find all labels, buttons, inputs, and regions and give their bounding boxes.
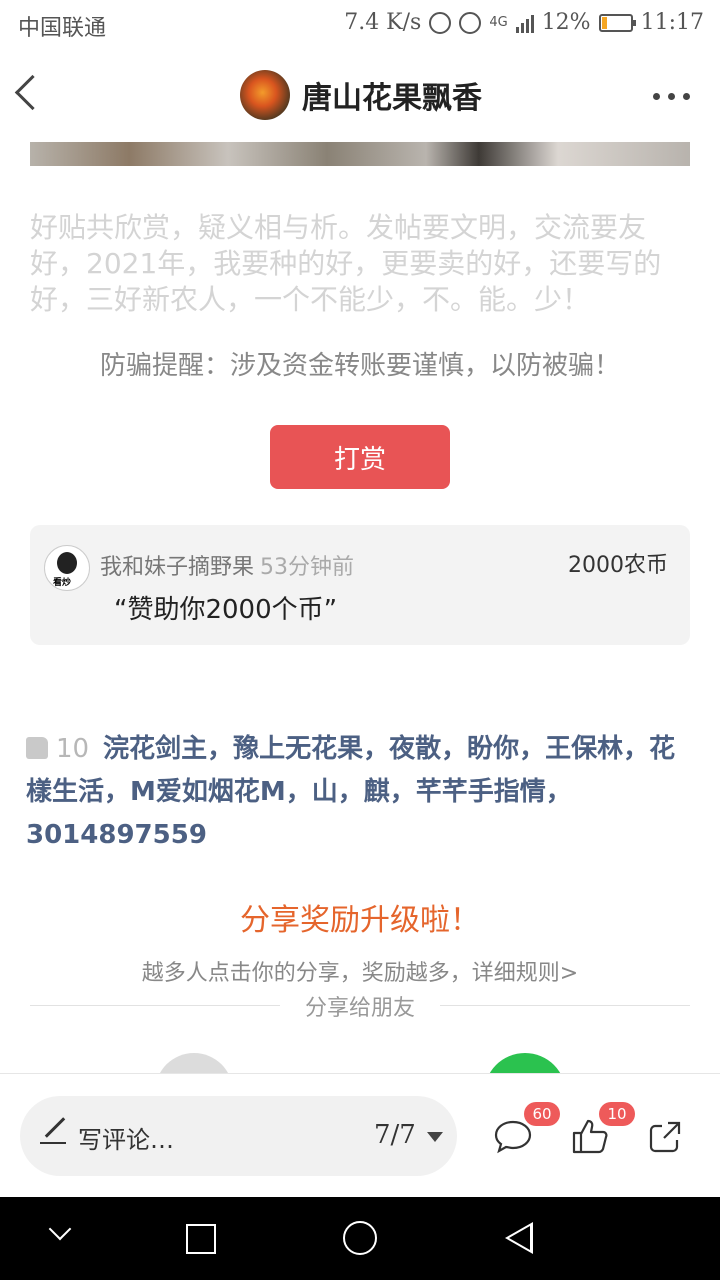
- donation-amount: 2000农币: [568, 553, 668, 578]
- page-indicator[interactable]: 7/7: [374, 1120, 416, 1150]
- likers-names[interactable]: 浣花剑主，豫上无花果，夜散，盼你，王保林，花樣生活，M爱如烟花M，山，麒，芊芊手…: [26, 734, 675, 850]
- post-signature-text: 好贴共欣赏，疑义相与析。发帖要文明，交流要友好，2021年，我要种的好，更要卖的…: [30, 211, 662, 316]
- alarm-icon: [459, 11, 482, 34]
- network-type: 4G: [489, 15, 508, 30]
- forum-title-group[interactable]: 唐山花果飘香: [240, 70, 482, 120]
- forum-avatar[interactable]: [240, 70, 290, 120]
- chevron-down-icon[interactable]: [427, 1132, 443, 1142]
- page-title: 唐山花果飘香: [302, 81, 482, 116]
- comment-input[interactable]: 写评论… 7/7: [20, 1096, 457, 1176]
- donor-line: 我和妹子摘野果 53分钟前: [100, 549, 354, 581]
- likes-count: 10: [56, 734, 90, 764]
- post-image[interactable]: [30, 142, 690, 166]
- home-icon[interactable]: [343, 1221, 377, 1255]
- donation-message: “赞助你2000个币”: [114, 595, 338, 625]
- like-count-badge: 10: [599, 1102, 635, 1126]
- share-promo-title: 分享奖励升级啦！: [240, 903, 480, 938]
- comment-count-badge: 60: [524, 1102, 560, 1126]
- status-bar: 中国联通 7.4 K/s 4G 12% 11:17: [0, 0, 720, 50]
- share-to-friends-label: 分享给朋友: [304, 996, 415, 1021]
- status-right: 7.4 K/s 4G 12% 11:17: [344, 10, 704, 35]
- clock: 11:17: [640, 10, 704, 35]
- back-arrow-icon[interactable]: [14, 74, 51, 111]
- donation-time: 53分钟前: [260, 555, 355, 580]
- hide-keyboard-chevron-icon[interactable]: [48, 1217, 72, 1241]
- hd-icon: [429, 11, 452, 34]
- share-divider: 分享给朋友: [30, 990, 690, 1021]
- share-rules-link[interactable]: 越多人点击你的分享，奖励越多，详细规则>: [0, 955, 720, 987]
- donation-card: 看炒 我和妹子摘野果 53分钟前 2000农币 “赞助你2000个币”: [30, 525, 690, 645]
- donor-name[interactable]: 我和妹子摘野果: [100, 555, 254, 580]
- donor-avatar-tag: 看炒: [53, 575, 72, 588]
- more-options-icon[interactable]: [653, 93, 690, 100]
- recent-apps-icon[interactable]: [186, 1224, 216, 1254]
- system-nav-bar: [0, 1197, 720, 1280]
- battery-icon: [598, 13, 636, 32]
- nav-back-icon[interactable]: [505, 1222, 533, 1254]
- network-speed: 7.4 K/s: [344, 10, 422, 35]
- carrier-label: 中国联通: [18, 16, 107, 41]
- reward-button[interactable]: 打赏: [270, 425, 450, 489]
- top-app-bar: 唐山花果飘香: [0, 50, 720, 142]
- pencil-icon: [44, 1117, 66, 1138]
- donor-avatar[interactable]: 看炒: [44, 545, 90, 591]
- battery-percent: 12%: [541, 10, 591, 35]
- thumbs-up-icon: [26, 737, 48, 759]
- share-icon[interactable]: [646, 1116, 686, 1156]
- signal-icon: [515, 13, 534, 33]
- comment-placeholder: 写评论…: [78, 1126, 174, 1154]
- comment-bar: 写评论… 7/7 60 10: [0, 1073, 720, 1198]
- fraud-warning: 防骗提醒：涉及资金转账要谨慎，以防被骗！: [99, 351, 620, 381]
- likes-list: 10 浣花剑主，豫上无花果，夜散，盼你，王保林，花樣生活，M爱如烟花M，山，麒，芊…: [26, 728, 696, 857]
